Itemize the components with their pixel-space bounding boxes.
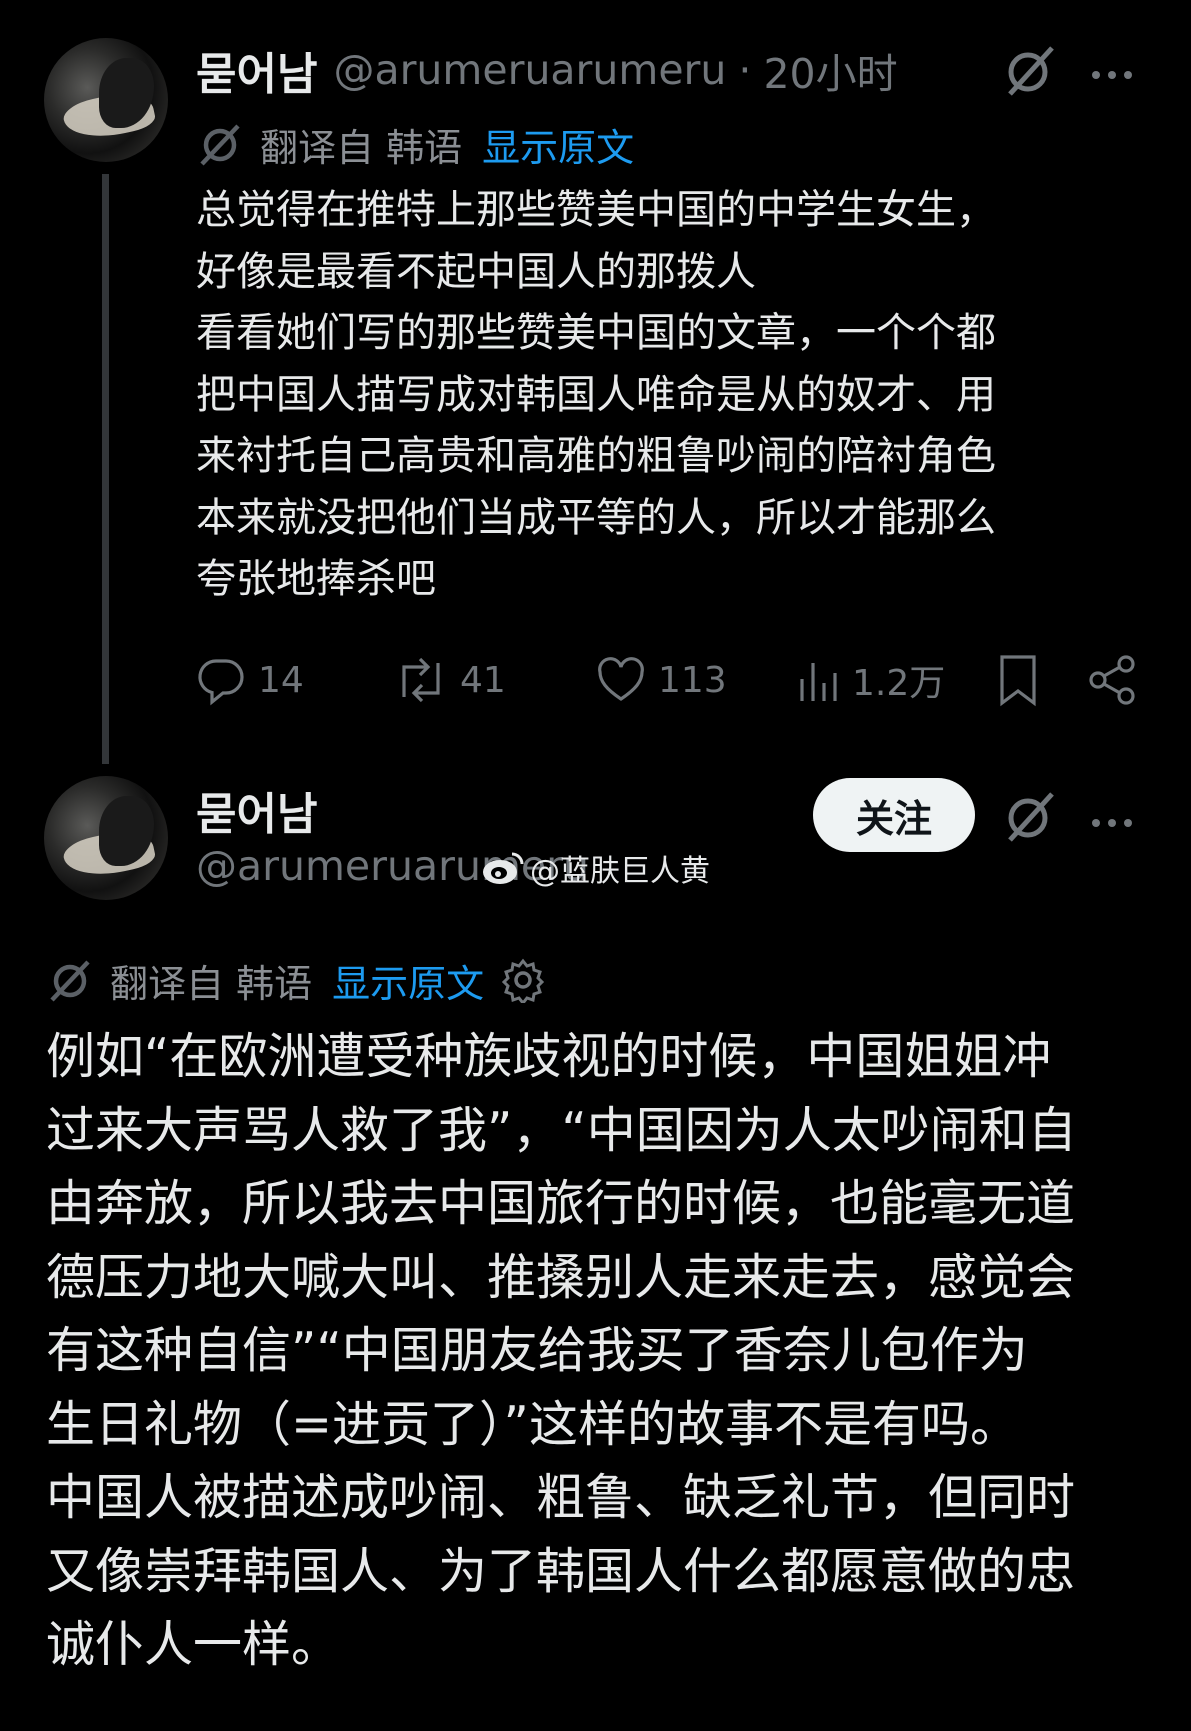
post2-line: 德压力地大喊大叫、推搡别人走来走去，感觉会	[46, 1248, 1076, 1306]
post1-time[interactable]: 20小时	[763, 40, 897, 100]
post2-line: 过来大声骂人救了我”，“中国因为人太吵闹和自	[46, 1101, 1077, 1159]
views-button[interactable]: 1.2万	[796, 654, 945, 706]
post2-text: 例如“在欧洲遭受种族歧视的时候，中国姐姐冲 过来大声骂人救了我”，“中国因为人太…	[46, 1020, 1156, 1682]
share-button[interactable]	[1086, 654, 1140, 706]
post1-text: 总觉得在推特上那些赞美中国的中学生女生， 好像是最看不起中国人的那拨人 看看她们…	[196, 180, 1126, 611]
post1-handle[interactable]: @arumeruarumeru	[333, 46, 726, 94]
post2-show-original-link[interactable]: 显示原文	[332, 953, 484, 1008]
like-icon	[598, 657, 644, 701]
post2-avatar[interactable]	[44, 776, 168, 900]
post2-display-name[interactable]: 묻어남	[196, 778, 317, 842]
more-icon[interactable]	[1088, 812, 1136, 831]
like-count: 113	[658, 659, 727, 701]
settings-gear-icon[interactable]	[500, 957, 546, 1006]
grok-icon[interactable]	[1000, 786, 1060, 846]
post2-translation-label: 翻译自 韩语	[110, 961, 313, 1006]
post2-line: 生日礼物（=进贡了）”这样的故事不是有吗。	[46, 1395, 1019, 1453]
post1-line: 看看她们写的那些赞美中国的文章，一个个都	[196, 310, 996, 356]
post2-line: 诚仆人一样。	[46, 1616, 341, 1673]
share-icon	[1089, 655, 1135, 705]
views-icon	[800, 663, 837, 701]
post1-line: 本来就没把他们当成平等的人，所以才能那么	[196, 494, 996, 541]
post1-line: 把中国人描写成对韩国人唯命是从的奴才、用	[196, 371, 996, 418]
reply-count: 14	[258, 659, 304, 701]
post1-translation-row: 翻译自 韩语 显示原文	[196, 118, 634, 170]
weibo-watermark: @蓝肤巨人黄	[480, 846, 710, 890]
post1-line: 来衬托自己高贵和高雅的粗鲁吵闹的陪衬角色	[196, 433, 996, 479]
translate-icon	[46, 956, 94, 1004]
repost-icon	[402, 657, 440, 703]
post2-translation-row: 翻译自 韩语 显示原文	[46, 954, 546, 1006]
bookmark-button[interactable]	[996, 654, 1040, 707]
thread-connector-line	[102, 174, 109, 764]
more-icon[interactable]	[1088, 64, 1136, 83]
reply-icon	[198, 659, 244, 706]
grok-icon[interactable]	[1000, 40, 1060, 100]
weibo-watermark-text: @蓝肤巨人黄	[530, 854, 710, 889]
post2-line: 例如“在欧洲遭受种族歧视的时候，中国姐姐冲	[46, 1028, 1052, 1085]
post1-line: 总觉得在推特上那些赞美中国的中学生女生，	[196, 187, 996, 233]
reply-button[interactable]: 14	[194, 654, 304, 706]
like-button[interactable]: 113	[594, 654, 727, 706]
translate-icon	[196, 120, 244, 168]
post1-show-original-link[interactable]: 显示原文	[482, 117, 634, 172]
post1-separator: ·	[738, 46, 752, 94]
post1-line: 夸张地捧杀吧	[196, 556, 436, 602]
views-count: 1.2万	[852, 663, 946, 704]
repost-button[interactable]: 41	[392, 654, 506, 706]
post2-line: 由奔放，所以我去中国旅行的时候，也能毫无道	[46, 1175, 1076, 1232]
post2-line: 又像崇拜韩国人、为了韩国人什么都愿意做的忠	[46, 1542, 1076, 1600]
post1-translation-label: 翻译自 韩语	[260, 125, 463, 170]
post1-display-name[interactable]: 묻어남	[196, 38, 317, 102]
follow-button[interactable]: 关注	[813, 778, 975, 852]
post1-header: 묻어남 @arumeruarumeru · 20小时	[196, 40, 898, 100]
post2-line: 有这种自信”“中国朋友给我买了香奈儿包作为	[46, 1322, 1028, 1379]
bookmark-icon	[1000, 655, 1036, 707]
post1-avatar[interactable]	[44, 38, 168, 162]
post1-line: 好像是最看不起中国人的那拨人	[196, 248, 756, 295]
weibo-icon	[480, 848, 526, 888]
post2-line: 中国人被描述成吵闹、粗鲁、缺乏礼节，但同时	[46, 1469, 1076, 1526]
repost-count: 41	[460, 659, 506, 701]
